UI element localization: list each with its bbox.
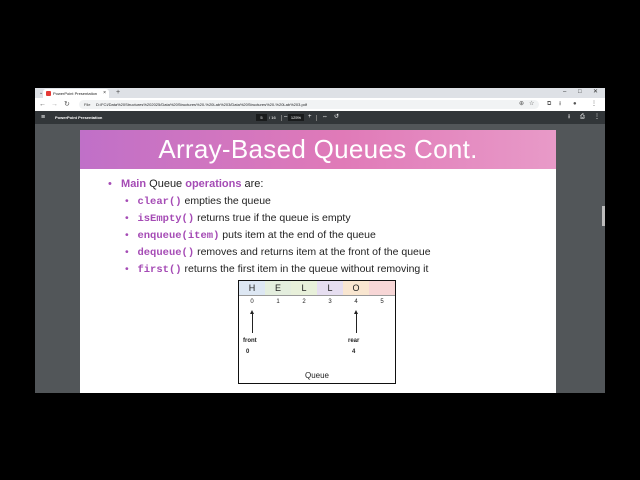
rear-arrow xyxy=(356,313,357,333)
toolbar-divider xyxy=(281,115,282,121)
page-number-input[interactable]: 5 xyxy=(256,114,267,121)
op-code: dequeue() xyxy=(137,247,195,259)
queue-index: 1 xyxy=(276,299,280,305)
queue-index: 3 xyxy=(328,299,332,305)
queue-caption: Queue xyxy=(304,371,330,380)
maximize-button[interactable]: □ xyxy=(578,88,582,97)
queue-cell: L xyxy=(291,281,318,296)
zoom-input[interactable]: 125% xyxy=(288,114,304,121)
op-desc: returns true if the queue is empty xyxy=(194,212,351,224)
pdf-toolbar: ≡ PowerPoint Presentation 5 / 16 – 125% … xyxy=(35,111,605,124)
extensions-icon[interactable]: ⧉ xyxy=(547,100,551,109)
queue-index: 5 xyxy=(380,299,384,305)
queue-index: 4 xyxy=(354,299,358,305)
zoom-out-button[interactable]: – xyxy=(284,111,287,124)
intro-text: Queue xyxy=(146,178,186,190)
address-url[interactable]: D:/FCI/Data%20Structures%202025/Data%20S… xyxy=(96,100,307,109)
op-desc: removes and returns item at the front of… xyxy=(194,246,431,258)
close-button[interactable]: ✕ xyxy=(593,88,598,97)
rotate-icon[interactable]: ↺ xyxy=(334,111,339,124)
op-item-enqueue: • enqueue(item) puts item at the end of … xyxy=(125,229,376,242)
keyword-main: Main xyxy=(121,178,147,190)
op-code: isEmpty() xyxy=(137,213,195,225)
op-item-isempty: • isEmpty() returns true if the queue is… xyxy=(125,212,351,225)
front-arrow xyxy=(252,313,253,333)
queue-index: 0 xyxy=(250,299,254,305)
op-item-dequeue: • dequeue() removes and returns item at … xyxy=(125,246,431,259)
browser-window: ⌄ PowerPoint Presentation × + – □ ✕ ← → … xyxy=(35,88,605,393)
queue-cell: H xyxy=(239,281,266,296)
page-total: / 16 xyxy=(269,115,276,120)
op-code: enqueue(item) xyxy=(137,230,220,242)
tab-close-icon[interactable]: × xyxy=(103,89,106,98)
print-icon[interactable]: ⎙ xyxy=(580,111,585,124)
op-desc: returns the first item in the queue with… xyxy=(181,263,429,275)
queue-cell: E xyxy=(265,281,292,296)
bullet-marker: • xyxy=(125,246,129,258)
bullet-marker: • xyxy=(125,212,129,224)
pdf-favicon-icon xyxy=(46,91,51,96)
zoom-in-button[interactable]: + xyxy=(308,111,312,124)
front-value: 0 xyxy=(246,349,250,355)
bullet-marker: • xyxy=(125,229,129,241)
keyword-operations: operations xyxy=(185,178,242,190)
intro-bullet: • Main Queue operations are: xyxy=(108,178,263,190)
browser-menu-icon[interactable]: ⋮ xyxy=(591,100,597,109)
bookmark-star-icon[interactable]: ☆ xyxy=(529,100,534,109)
tab-strip: ⌄ PowerPoint Presentation × + – □ ✕ xyxy=(35,88,605,98)
downloads-icon[interactable]: ⭳ xyxy=(559,100,561,109)
more-actions-icon[interactable]: ⋮ xyxy=(594,111,600,124)
pdf-menu-icon[interactable]: ≡ xyxy=(41,111,45,124)
queue-cell: O xyxy=(343,281,370,296)
browser-toolbar: ← → ↻ File D:/FCI/Data%20Structures%2020… xyxy=(35,98,605,111)
intro-text-end: are: xyxy=(241,178,264,190)
address-bar[interactable]: File D:/FCI/Data%20Structures%202025/Dat… xyxy=(79,100,539,109)
rear-label: rear xyxy=(348,338,360,344)
bullet-marker: • xyxy=(108,178,112,190)
pdf-scrollbar-thumb[interactable] xyxy=(602,206,605,226)
bullet-marker: • xyxy=(125,263,129,275)
new-tab-button[interactable]: + xyxy=(116,88,120,97)
forward-icon[interactable]: → xyxy=(51,99,58,110)
pdf-document-title: PowerPoint Presentation xyxy=(55,115,103,120)
slide-title: Array-Based Queues Cont. xyxy=(158,134,478,164)
reload-icon[interactable]: ↻ xyxy=(64,99,70,110)
toolbar-divider xyxy=(316,115,317,121)
minimize-button[interactable]: – xyxy=(563,88,566,97)
rear-value: 4 xyxy=(352,349,356,355)
profile-icon[interactable]: ● xyxy=(573,100,577,109)
op-item-clear: • clear() empties the queue xyxy=(125,195,271,208)
front-label: front xyxy=(243,338,257,344)
pdf-page: Array-Based Queues Cont. • Main Queue op… xyxy=(80,130,556,393)
op-desc: empties the queue xyxy=(181,195,271,207)
tab-active[interactable]: PowerPoint Presentation × xyxy=(43,89,109,98)
address-label: File xyxy=(84,102,91,107)
back-icon[interactable]: ← xyxy=(39,99,46,110)
queue-cell: L xyxy=(317,281,344,296)
zoom-page-icon[interactable]: ⊕ xyxy=(519,100,524,109)
download-icon[interactable]: ⭳ xyxy=(568,111,570,124)
op-code: first() xyxy=(137,264,182,276)
op-code: clear() xyxy=(137,196,182,208)
pdf-viewer-area[interactable]: Array-Based Queues Cont. • Main Queue op… xyxy=(35,124,605,393)
queue-cell xyxy=(369,281,395,296)
fit-page-icon[interactable]: ⇔ xyxy=(322,111,328,124)
queue-index: 2 xyxy=(302,299,306,305)
queue-diagram: H E L L O 0 1 2 3 4 5 front 0 rear 4 Que… xyxy=(238,280,396,384)
tab-title: PowerPoint Presentation xyxy=(53,91,98,96)
op-item-first: • first() returns the first item in the … xyxy=(125,263,428,276)
op-desc: puts item at the end of the queue xyxy=(219,229,376,241)
bullet-marker: • xyxy=(125,195,129,207)
pdf-scrollbar[interactable] xyxy=(601,124,605,393)
